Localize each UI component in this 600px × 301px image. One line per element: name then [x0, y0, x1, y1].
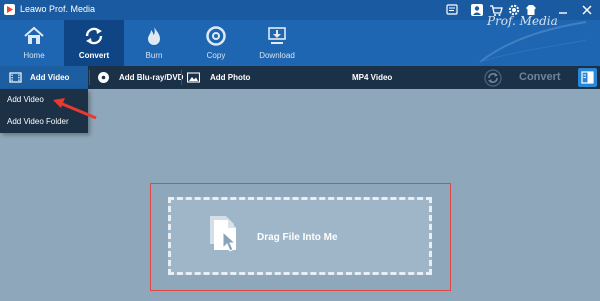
brand-text: Prof. Media [487, 14, 558, 28]
minimize-icon[interactable] [556, 3, 570, 17]
add-photo-label: Add Photo [210, 73, 251, 82]
burn-icon [148, 27, 160, 45]
annotation-arrow [53, 98, 97, 120]
nav-label-copy: Copy [206, 51, 226, 60]
convert-button[interactable]: Convert [519, 71, 561, 83]
disc-icon [206, 26, 226, 46]
drop-zone-text: Drag File Into Me [257, 232, 338, 243]
toolbar: Add Video Add Blu-ray/DVD Add Photo [0, 66, 600, 89]
toolbar-divider [89, 70, 90, 85]
close-icon[interactable] [580, 3, 594, 17]
panel-toggle-button[interactable] [578, 68, 597, 87]
nav-download[interactable]: Download [247, 20, 307, 66]
nav-label-convert: Convert [78, 51, 110, 60]
nav-label-download: Download [259, 51, 295, 60]
nav-copy[interactable]: Copy [186, 20, 246, 66]
add-bluray-button[interactable]: Add Blu-ray/DVD [92, 66, 184, 89]
add-bluray-label: Add Blu-ray/DVD [119, 73, 184, 82]
convert-refresh-icon[interactable] [484, 69, 502, 87]
panel-icon [581, 71, 594, 84]
app-logo-icon [4, 4, 15, 15]
nav-burn[interactable]: Burn [124, 20, 184, 66]
convert-icon [85, 27, 103, 45]
nav-label-home: Home [23, 51, 45, 60]
nav-label-burn: Burn [145, 51, 163, 60]
photo-icon [187, 72, 200, 83]
add-video-label: Add Video [30, 73, 70, 82]
disc-add-icon [98, 72, 109, 83]
app-title: Leawo Prof. Media [20, 4, 96, 14]
home-icon [24, 26, 44, 44]
add-photo-button[interactable]: Add Photo [184, 66, 254, 89]
toolbar-divider [181, 70, 182, 85]
account-icon[interactable] [470, 3, 484, 17]
add-video-button[interactable]: Add Video [0, 66, 88, 89]
feedback-icon[interactable] [445, 3, 459, 17]
nav-home[interactable]: Home [4, 20, 64, 66]
output-format-selector[interactable]: MP4 Video [352, 73, 392, 82]
file-drop-icon [210, 216, 237, 252]
film-icon [9, 72, 22, 83]
download-icon [268, 27, 286, 44]
nav-convert[interactable]: Convert [64, 20, 124, 66]
